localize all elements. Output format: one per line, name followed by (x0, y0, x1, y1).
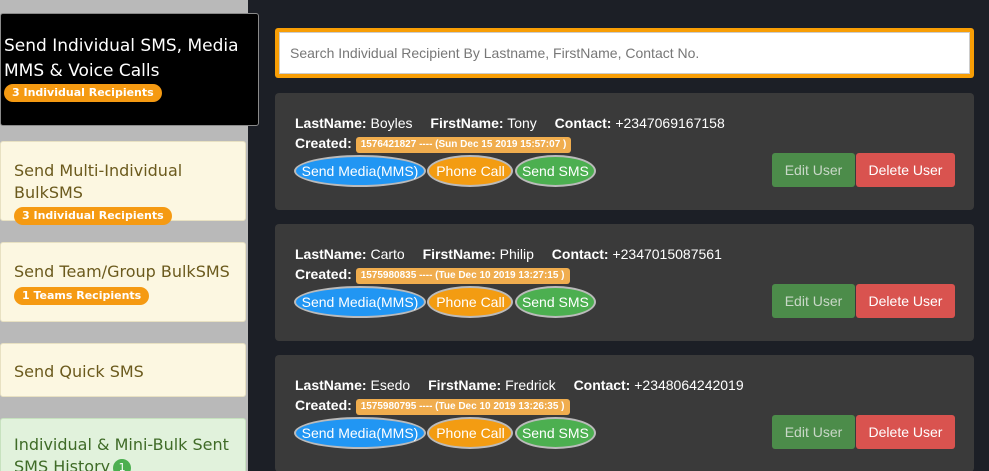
sidebar: Send Individual SMS, Media MMS & Voice C… (0, 0, 259, 471)
lastname-value: Carto (370, 246, 405, 262)
firstname-label: FirstName: (430, 115, 504, 131)
sidebar-item-label: Send Quick SMS (14, 362, 144, 381)
phone-call-button[interactable]: Phone Call (427, 155, 514, 187)
created-label: Created: (295, 397, 352, 413)
created-badge: 1575980835 ---- (Tue Dec 10 2019 13:27:1… (355, 268, 570, 284)
lastname-label: LastName: (295, 246, 367, 262)
lastname-value: Esedo (370, 377, 411, 393)
send-sms-button[interactable]: Send SMS (514, 155, 596, 187)
delete-user-button[interactable]: Delete User (856, 415, 955, 449)
sidebar-item-sms-history[interactable]: Individual & Mini-Bulk Sent SMS History 1 (0, 418, 246, 471)
send-sms-button[interactable]: Send SMS (514, 286, 596, 318)
created-label: Created: (295, 266, 352, 282)
send-media-button[interactable]: Send Media(MMS) (294, 286, 426, 318)
contact-value: +2348064242019 (634, 377, 744, 393)
sidebar-item-label: Send Team/Group BulkSMS (14, 262, 230, 281)
lastname-label: LastName: (295, 377, 367, 393)
teams-badge: 1 Teams Recipients (14, 287, 150, 305)
sidebar-item-label-2: MMS & Voice Calls (4, 61, 160, 81)
firstname-label: FirstName: (422, 246, 496, 262)
user-card: LastName: Boyles FirstName: Tony Contact… (275, 93, 974, 210)
contact-value: +2347015087561 (612, 246, 722, 262)
contact-label: Contact: (573, 377, 631, 393)
firstname-value: Tony (507, 115, 537, 131)
sidebar-item-label: Send Multi-Individual (14, 161, 183, 180)
user-card: LastName: Esedo FirstName: Fredrick Cont… (275, 355, 974, 471)
firstname-value: Philip (499, 246, 534, 262)
contact-value: +2347069167158 (615, 115, 725, 131)
lastname-label: LastName: (295, 115, 367, 131)
recipients-badge: 3 Individual Recipients (14, 206, 172, 225)
contact-label: Contact: (551, 246, 609, 262)
delete-user-button[interactable]: Delete User (856, 284, 955, 318)
created-badge: 1576421827 ---- (Sun Dec 15 2019 15:57:0… (355, 137, 572, 153)
phone-call-button[interactable]: Phone Call (427, 286, 514, 318)
created-label: Created: (295, 135, 352, 151)
search-input[interactable] (279, 32, 970, 74)
search-box (275, 28, 974, 78)
contact-label: Contact: (554, 115, 612, 131)
user-card: LastName: Carto FirstName: Philip Contac… (275, 224, 974, 341)
recipients-badge: 3 Individual Recipients (4, 84, 162, 102)
sidebar-item-label-2: BulkSMS (14, 183, 83, 202)
lastname-value: Boyles (370, 115, 413, 131)
sidebar-item-send-individual[interactable]: Send Individual SMS, Media MMS & Voice C… (0, 13, 259, 126)
created-badge: 1575980795 ---- (Tue Dec 10 2019 13:26:3… (355, 399, 570, 415)
firstname-label: FirstName: (428, 377, 502, 393)
sidebar-item-label: Send Individual SMS, Media (4, 36, 239, 56)
sidebar-item-multi-individual[interactable]: Send Multi-Individual BulkSMS 3 Individu… (0, 141, 246, 225)
send-sms-button[interactable]: Send SMS (514, 417, 596, 449)
edit-user-button[interactable]: Edit User (772, 284, 855, 318)
sidebar-item-quick-sms[interactable]: Send Quick SMS (0, 343, 246, 397)
sidebar-item-team-group[interactable]: Send Team/Group BulkSMS 1 Teams Recipien… (0, 242, 246, 322)
delete-user-button[interactable]: Delete User (856, 153, 955, 187)
sidebar-item-label-2: SMS History (14, 457, 111, 471)
firstname-value: Fredrick (505, 377, 556, 393)
edit-user-button[interactable]: Edit User (772, 153, 855, 187)
phone-call-button[interactable]: Phone Call (427, 417, 514, 449)
send-media-button[interactable]: Send Media(MMS) (294, 155, 426, 187)
sidebar-item-label: Individual & Mini-Bulk Sent (14, 435, 229, 454)
edit-user-button[interactable]: Edit User (772, 415, 855, 449)
send-media-button[interactable]: Send Media(MMS) (294, 417, 426, 449)
history-count-badge: 1 (113, 458, 132, 471)
